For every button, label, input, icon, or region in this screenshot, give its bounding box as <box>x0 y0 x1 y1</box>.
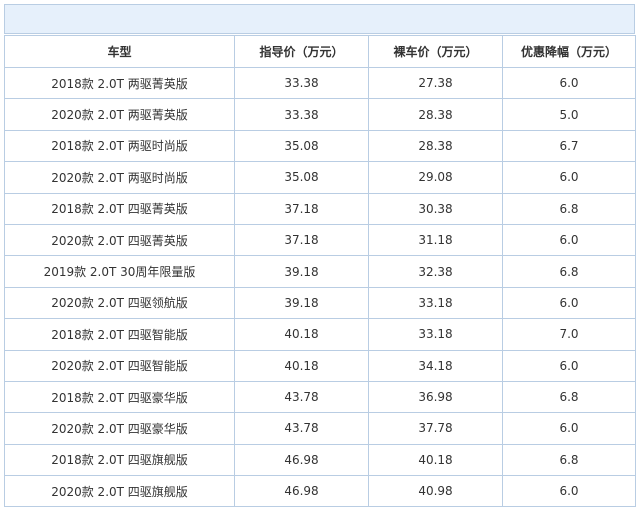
table-row: 2018款 2.0T 两驱菁英版 33.38 27.38 6.0 <box>4 66 636 100</box>
table-row: 2018款 2.0T 两驱时尚版 35.08 28.38 6.7 <box>4 129 636 163</box>
table-row: 2018款 2.0T 四驱豪华版 43.78 36.98 6.8 <box>4 380 636 414</box>
cell-bare-price: 28.38 <box>368 98 503 131</box>
table-header-row: 车型 指导价（万元） 裸车价（万元） 优惠降幅（万元） <box>4 35 636 68</box>
page: 车型 指导价（万元） 裸车价（万元） 优惠降幅（万元） 2018款 2.0T 两… <box>0 0 640 517</box>
cell-guide-price: 43.78 <box>234 380 369 414</box>
cell-model: 2020款 2.0T 四驱智能版 <box>4 349 235 382</box>
table-row: 2018款 2.0T 四驱智能版 40.18 33.18 7.0 <box>4 318 636 351</box>
table-row: 2018款 2.0T 四驱旗舰版 46.98 40.18 6.8 <box>4 443 636 477</box>
cell-model: 2018款 2.0T 四驱旗舰版 <box>4 443 235 477</box>
cell-model: 2018款 2.0T 四驱豪华版 <box>4 380 235 414</box>
cell-model: 2020款 2.0T 四驱领航版 <box>4 286 235 320</box>
cell-model: 2018款 2.0T 两驱菁英版 <box>4 66 235 100</box>
price-table: 车型 指导价（万元） 裸车价（万元） 优惠降幅（万元） 2018款 2.0T 两… <box>4 35 636 508</box>
cell-guide-price: 43.78 <box>234 412 369 445</box>
cell-discount: 6.0 <box>502 66 636 100</box>
cell-discount: 6.0 <box>502 349 636 382</box>
cell-model: 2018款 2.0T 四驱智能版 <box>4 318 235 351</box>
cell-discount: 5.0 <box>502 98 636 131</box>
cell-model: 2019款 2.0T 30周年限量版 <box>4 255 235 288</box>
cell-bare-price: 33.18 <box>368 286 503 320</box>
cell-model: 2020款 2.0T 四驱豪华版 <box>4 412 235 445</box>
cell-model: 2018款 2.0T 四驱菁英版 <box>4 192 235 225</box>
cell-bare-price: 33.18 <box>368 318 503 351</box>
header-discount: 优惠降幅（万元） <box>502 35 636 68</box>
cell-bare-price: 32.38 <box>368 255 503 288</box>
cell-guide-price: 35.08 <box>234 161 369 194</box>
cell-discount: 6.0 <box>502 223 636 257</box>
cell-bare-price: 40.18 <box>368 443 503 477</box>
cell-guide-price: 39.18 <box>234 286 369 320</box>
cell-guide-price: 37.18 <box>234 223 369 257</box>
cell-discount: 6.7 <box>502 129 636 163</box>
table-row: 2019款 2.0T 30周年限量版 39.18 32.38 6.8 <box>4 255 636 288</box>
cell-discount: 6.0 <box>502 475 636 508</box>
cell-discount: 6.8 <box>502 255 636 288</box>
cell-bare-price: 34.18 <box>368 349 503 382</box>
cell-model: 2020款 2.0T 四驱菁英版 <box>4 223 235 257</box>
cell-discount: 6.8 <box>502 380 636 414</box>
cell-guide-price: 35.08 <box>234 129 369 163</box>
cell-guide-price: 33.38 <box>234 66 369 100</box>
cell-discount: 6.0 <box>502 161 636 194</box>
header-model: 车型 <box>4 35 235 68</box>
table-row: 2018款 2.0T 四驱菁英版 37.18 30.38 6.8 <box>4 192 636 225</box>
table-row: 2020款 2.0T 两驱菁英版 33.38 28.38 5.0 <box>4 98 636 131</box>
cell-guide-price: 40.18 <box>234 349 369 382</box>
cell-bare-price: 40.98 <box>368 475 503 508</box>
table-row: 2020款 2.0T 四驱领航版 39.18 33.18 6.0 <box>4 286 636 320</box>
header-guide-price: 指导价（万元） <box>234 35 369 68</box>
cell-model: 2020款 2.0T 四驱旗舰版 <box>4 475 235 508</box>
cell-guide-price: 46.98 <box>234 443 369 477</box>
table-row: 2020款 2.0T 四驱豪华版 43.78 37.78 6.0 <box>4 412 636 445</box>
cell-discount: 6.8 <box>502 443 636 477</box>
header-bare-price: 裸车价（万元） <box>368 35 503 68</box>
cell-discount: 6.0 <box>502 412 636 445</box>
cell-guide-price: 33.38 <box>234 98 369 131</box>
cell-bare-price: 31.18 <box>368 223 503 257</box>
cell-bare-price: 37.78 <box>368 412 503 445</box>
cell-bare-price: 27.38 <box>368 66 503 100</box>
cell-bare-price: 28.38 <box>368 129 503 163</box>
cell-model: 2018款 2.0T 两驱时尚版 <box>4 129 235 163</box>
cell-model: 2020款 2.0T 两驱菁英版 <box>4 98 235 131</box>
table-title-band <box>4 4 635 34</box>
cell-discount: 6.0 <box>502 286 636 320</box>
cell-bare-price: 36.98 <box>368 380 503 414</box>
cell-discount: 6.8 <box>502 192 636 225</box>
table-row: 2020款 2.0T 两驱时尚版 35.08 29.08 6.0 <box>4 161 636 194</box>
cell-model: 2020款 2.0T 两驱时尚版 <box>4 161 235 194</box>
cell-guide-price: 46.98 <box>234 475 369 508</box>
cell-guide-price: 37.18 <box>234 192 369 225</box>
table-row: 2020款 2.0T 四驱旗舰版 46.98 40.98 6.0 <box>4 475 636 508</box>
table-row: 2020款 2.0T 四驱智能版 40.18 34.18 6.0 <box>4 349 636 382</box>
cell-bare-price: 30.38 <box>368 192 503 225</box>
cell-guide-price: 39.18 <box>234 255 369 288</box>
table-row: 2020款 2.0T 四驱菁英版 37.18 31.18 6.0 <box>4 223 636 257</box>
cell-discount: 7.0 <box>502 318 636 351</box>
cell-guide-price: 40.18 <box>234 318 369 351</box>
cell-bare-price: 29.08 <box>368 161 503 194</box>
